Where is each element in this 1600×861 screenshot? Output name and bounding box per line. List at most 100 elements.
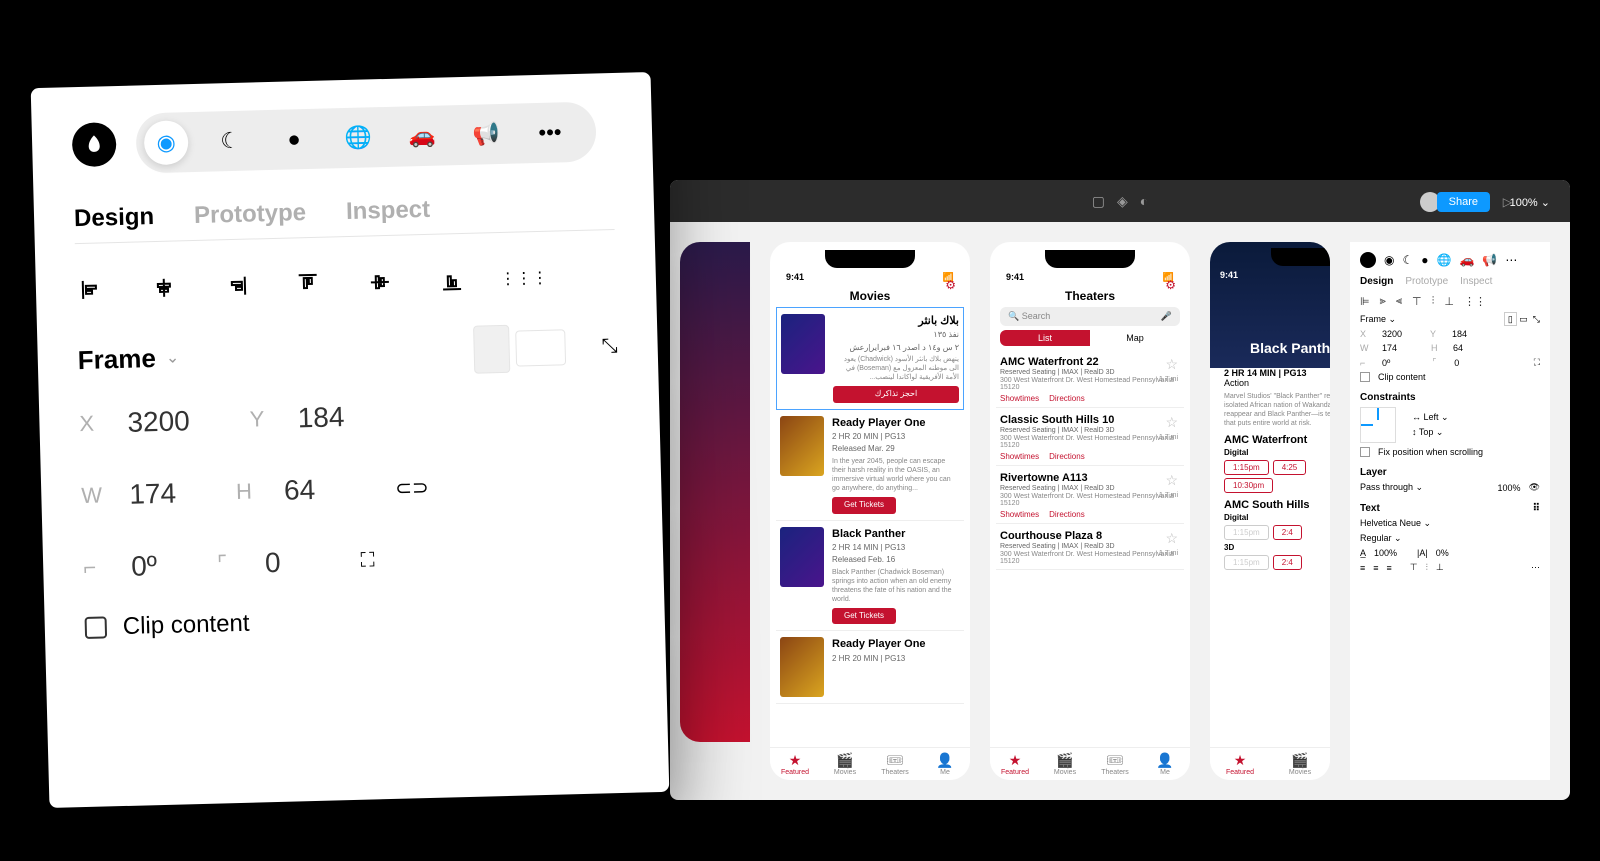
car-icon[interactable]: 🚗: [399, 113, 444, 158]
radius-label: ⌜: [217, 551, 246, 578]
x-value[interactable]: 3200: [127, 405, 190, 439]
y-label: Y: [249, 406, 278, 433]
align-right-icon[interactable]: ⫷: [1396, 295, 1402, 308]
tab-movies[interactable]: 🎬Movies: [1270, 752, 1330, 776]
landscape-button[interactable]: [515, 329, 566, 366]
clip-label: Clip content: [122, 610, 249, 641]
more-icon[interactable]: •••: [527, 110, 572, 155]
tab-featured[interactable]: ★Featured: [1210, 752, 1270, 776]
align-top-icon[interactable]: [291, 268, 324, 301]
component-icon[interactable]: ◈: [1117, 193, 1128, 210]
share-button[interactable]: Share: [1437, 192, 1490, 212]
tab-featured[interactable]: ★Featured: [990, 752, 1040, 776]
align-bottom-icon[interactable]: ⊥: [1444, 295, 1454, 308]
mask-icon[interactable]: ◐: [1140, 193, 1148, 209]
tab-theaters[interactable]: 🎟Theaters: [1090, 752, 1140, 776]
megaphone-icon[interactable]: 📢: [1482, 253, 1497, 267]
align-top-icon[interactable]: ⊤: [1412, 295, 1422, 308]
w-label: W: [81, 482, 110, 509]
more-icon[interactable]: ⋯: [1531, 562, 1540, 573]
radius-value[interactable]: 0: [265, 547, 281, 579]
star-icon[interactable]: ☆: [1165, 414, 1178, 431]
distribute-icon[interactable]: ⋮⋮⋮: [507, 262, 540, 295]
fix-checkbox[interactable]: [1360, 447, 1370, 457]
target-icon[interactable]: ◉: [144, 120, 189, 165]
tab-theaters[interactable]: 🎟Theaters: [870, 752, 920, 776]
clip-checkbox[interactable]: [85, 616, 108, 639]
tab-design[interactable]: Design: [74, 203, 155, 243]
align-right-icon[interactable]: [220, 270, 253, 303]
list-map-toggle[interactable]: ListMap: [1000, 330, 1180, 346]
tickets-button[interactable]: Get Tickets: [832, 608, 896, 624]
canvas[interactable]: 9:41📶 Movies ⚙ بلاك بانثر نفذ ١٣٥ ٢ س و١…: [670, 222, 1570, 800]
rotation-value[interactable]: 0º: [131, 550, 158, 583]
portrait-button[interactable]: [473, 325, 510, 374]
align-hcenter-icon[interactable]: ⫸: [1380, 295, 1386, 308]
target-icon[interactable]: ◉: [1384, 253, 1394, 267]
helmet-icon[interactable]: ●: [272, 117, 317, 162]
align-vcenter-icon[interactable]: [363, 266, 396, 299]
tab-me[interactable]: 👤Me: [1140, 752, 1190, 776]
tab-movies[interactable]: 🎬Movies: [1040, 752, 1090, 776]
star-icon[interactable]: ☆: [1165, 356, 1178, 373]
car-icon[interactable]: 🚗: [1459, 253, 1474, 267]
zoom-level[interactable]: 100% ⌄: [1510, 196, 1550, 209]
book-button[interactable]: احجز تذاكرك: [833, 386, 959, 402]
text-align-top-icon[interactable]: ⊤: [1410, 562, 1418, 573]
text-align-middle-icon[interactable]: ⫶: [1426, 562, 1428, 573]
leaf-icon[interactable]: [1360, 252, 1376, 268]
phone-detail[interactable]: 9:41 Black Panther 2 HR 14 MIN | PG13 Ac…: [1210, 242, 1330, 780]
tickets-button[interactable]: Get Tickets: [832, 497, 896, 513]
resize-fit-icon[interactable]: ⤡: [601, 334, 618, 357]
align-bottom-icon[interactable]: [435, 264, 468, 297]
chevron-down-icon[interactable]: ⌄: [166, 347, 180, 367]
moon-icon[interactable]: ☾: [1402, 253, 1413, 267]
tab-featured[interactable]: ★Featured: [770, 752, 820, 776]
helmet-icon[interactable]: ●: [1421, 253, 1428, 267]
w-value[interactable]: 174: [129, 478, 177, 511]
tab-inspect[interactable]: Inspect: [1460, 276, 1492, 287]
search-input[interactable]: 🔍 Search🎤: [1000, 307, 1180, 326]
megaphone-icon[interactable]: 📢: [463, 112, 508, 157]
globe-icon[interactable]: 🌐: [1437, 253, 1452, 267]
portrait-button[interactable]: ▯: [1504, 312, 1517, 326]
link-icon[interactable]: ⊂⊃: [395, 474, 429, 500]
align-left-icon[interactable]: [76, 273, 109, 306]
phone-partial[interactable]: [680, 242, 750, 780]
align-vcenter-icon[interactable]: ⫶: [1432, 295, 1435, 308]
y-value[interactable]: 184: [297, 401, 345, 434]
clip-checkbox[interactable]: [1360, 372, 1370, 382]
tab-prototype[interactable]: Prototype: [194, 199, 307, 240]
more-icon[interactable]: ⋯: [1505, 253, 1517, 267]
tab-design[interactable]: Design: [1360, 276, 1393, 287]
text-align-right-icon[interactable]: ≡: [1387, 563, 1392, 573]
align-left-icon[interactable]: ⊫: [1360, 295, 1370, 308]
moon-icon[interactable]: ☾: [208, 118, 253, 163]
gear-icon[interactable]: ⚙: [945, 278, 956, 292]
h-value[interactable]: 64: [284, 474, 316, 507]
landscape-button[interactable]: ▭: [1519, 314, 1528, 324]
mic-icon[interactable]: 🎤: [1161, 311, 1172, 322]
text-align-bottom-icon[interactable]: ⊥: [1436, 562, 1444, 573]
tab-movies[interactable]: 🎬Movies: [820, 752, 870, 776]
frame-tool-icon[interactable]: ▢: [1092, 193, 1105, 210]
text-align-center-icon[interactable]: ≡: [1373, 563, 1378, 573]
star-icon[interactable]: ☆: [1165, 472, 1178, 489]
distribute-icon[interactable]: ⋮⋮: [1464, 295, 1486, 308]
tab-inspect[interactable]: Inspect: [346, 196, 431, 236]
tab-prototype[interactable]: Prototype: [1405, 276, 1448, 287]
settings-icon[interactable]: ⠿: [1533, 503, 1540, 514]
leaf-icon[interactable]: [72, 122, 117, 167]
expand-icon[interactable]: ⛶: [360, 549, 375, 572]
text-align-left-icon[interactable]: ≡: [1360, 563, 1365, 573]
align-hcenter-icon[interactable]: [148, 271, 181, 304]
globe-icon[interactable]: 🌐: [336, 115, 381, 160]
gear-icon[interactable]: ⚙: [1165, 278, 1176, 292]
eye-icon[interactable]: 👁: [1529, 482, 1540, 493]
star-icon[interactable]: ☆: [1165, 530, 1178, 547]
phone-theaters[interactable]: 9:41📶 Theaters ⚙ 🔍 Search🎤 ListMap AMC W…: [990, 242, 1190, 780]
tab-me[interactable]: 👤Me: [920, 752, 970, 776]
constraints-widget[interactable]: [1360, 407, 1396, 443]
expand-icon[interactable]: ⛶: [1534, 357, 1540, 368]
phone-movies[interactable]: 9:41📶 Movies ⚙ بلاك بانثر نفذ ١٣٥ ٢ س و١…: [770, 242, 970, 780]
